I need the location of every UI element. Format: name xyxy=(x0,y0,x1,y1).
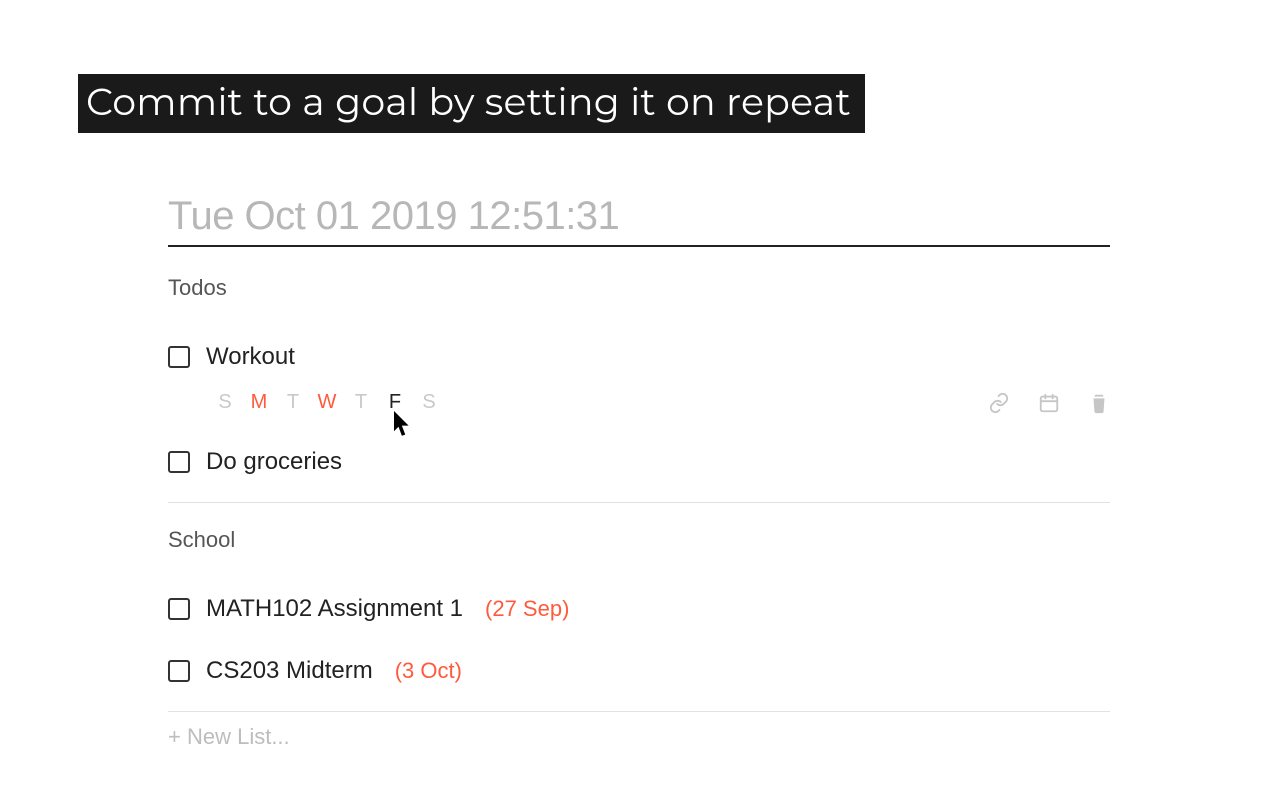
task-label[interactable]: Do groceries xyxy=(206,448,342,476)
task-row: Workout xyxy=(168,343,1110,371)
repeat-day-mon[interactable]: M xyxy=(242,391,276,414)
date-heading: Tue Oct 01 2019 12:51:31 xyxy=(168,194,1110,247)
repeat-day-sat[interactable]: S xyxy=(412,391,446,414)
repeat-day-fri[interactable]: F xyxy=(378,391,412,414)
app-container: Tue Oct 01 2019 12:51:31 Todos Workout S… xyxy=(168,194,1110,750)
task-action-icons xyxy=(988,392,1110,414)
new-list-input[interactable]: + New List... xyxy=(168,724,1110,750)
list-block-todos: Todos Workout S M T W T F S xyxy=(168,275,1110,503)
trash-icon[interactable] xyxy=(1088,392,1110,414)
task-checkbox[interactable] xyxy=(168,451,190,473)
list-divider xyxy=(168,711,1110,712)
task-label[interactable]: CS203 Midterm xyxy=(206,657,373,685)
task-row: Do groceries xyxy=(168,448,1110,476)
cursor-icon xyxy=(394,411,412,435)
task-checkbox[interactable] xyxy=(168,346,190,368)
repeat-day-sun[interactable]: S xyxy=(208,391,242,414)
list-block-school: School MATH102 Assignment 1 (27 Sep) CS2… xyxy=(168,527,1110,712)
task-label[interactable]: Workout xyxy=(206,343,295,371)
repeat-day-row: S M T W T F S xyxy=(208,391,1110,414)
task-due-date: (27 Sep) xyxy=(485,596,569,622)
list-title[interactable]: Todos xyxy=(168,275,1110,301)
task-due-date: (3 Oct) xyxy=(395,658,462,684)
list-divider xyxy=(168,502,1110,503)
list-title[interactable]: School xyxy=(168,527,1110,553)
repeat-day-thu[interactable]: T xyxy=(344,391,378,414)
task-row: CS203 Midterm (3 Oct) xyxy=(168,657,1110,685)
banner-heading: Commit to a goal by setting it on repeat xyxy=(78,74,865,133)
task-checkbox[interactable] xyxy=(168,598,190,620)
link-icon[interactable] xyxy=(988,392,1010,414)
task-checkbox[interactable] xyxy=(168,660,190,682)
task-label[interactable]: MATH102 Assignment 1 xyxy=(206,595,463,623)
repeat-day-tue[interactable]: T xyxy=(276,391,310,414)
calendar-icon[interactable] xyxy=(1038,392,1060,414)
repeat-day-wed[interactable]: W xyxy=(310,391,344,414)
task-row: MATH102 Assignment 1 (27 Sep) xyxy=(168,595,1110,623)
